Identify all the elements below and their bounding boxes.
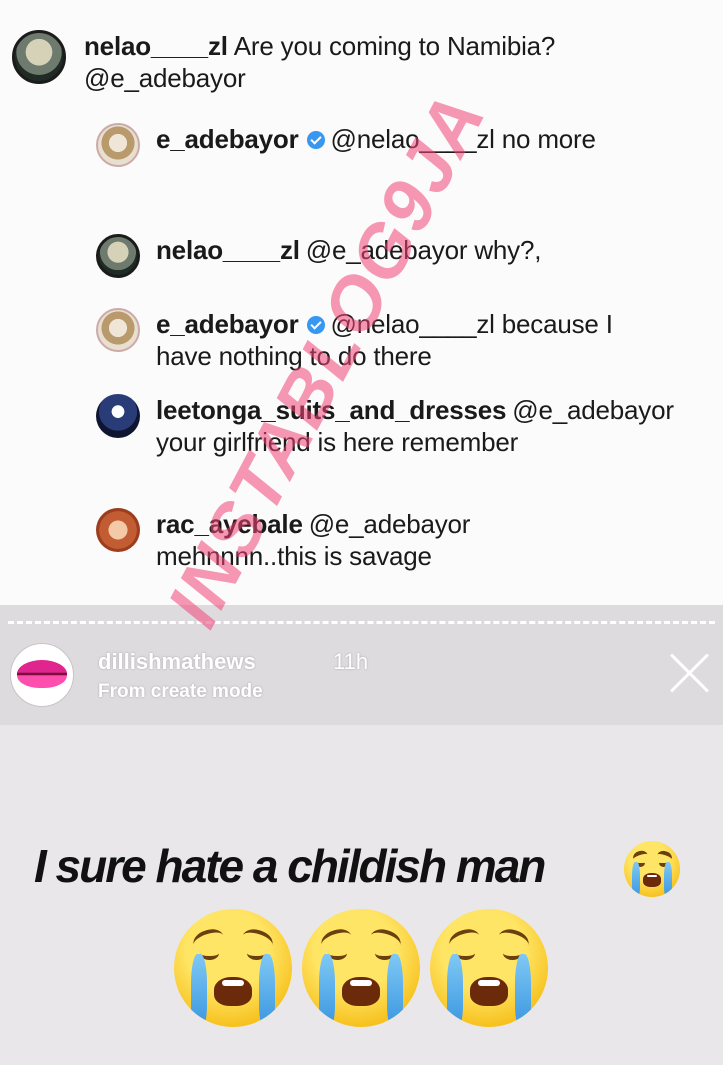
comment-body: nelao____zl Are you coming to Namibia? @e… xyxy=(84,30,702,94)
crying-face-emoji xyxy=(624,841,680,897)
avatar[interactable] xyxy=(96,394,140,438)
comment-text: @e_adebayor why?, xyxy=(305,235,542,265)
lips-icon xyxy=(17,660,67,688)
comment-reply: rac_ayebale @e_adebayor mehnnnn..this is … xyxy=(96,508,536,572)
story-viewer: dillishmathews 11h From create mode I su… xyxy=(0,605,723,1065)
comment-reply: e_adebayor @nelao____zl because I have no… xyxy=(96,308,616,372)
avatar[interactable] xyxy=(12,30,66,84)
comment-username[interactable]: e_adebayor xyxy=(156,309,299,339)
avatar[interactable] xyxy=(96,308,140,352)
verified-badge-icon xyxy=(306,316,325,334)
story-avatar[interactable] xyxy=(10,643,74,707)
comment-reply: nelao____zl @e_adebayor why?, xyxy=(96,234,696,278)
crying-face-emoji xyxy=(302,909,420,1027)
story-caption: I sure hate a childish man xyxy=(34,839,546,893)
comment-item: nelao____zl Are you coming to Namibia? @e… xyxy=(12,30,702,94)
verified-badge-icon xyxy=(306,131,325,149)
comment-thread: nelao____zl Are you coming to Namibia? @e… xyxy=(0,0,723,605)
crying-face-emoji xyxy=(174,909,292,1027)
avatar[interactable] xyxy=(96,508,140,552)
comment-username[interactable]: leetonga_suits_and_dresses xyxy=(156,395,506,425)
comment-text: @nelao____zl no more xyxy=(330,124,596,154)
avatar[interactable] xyxy=(96,234,140,278)
close-icon[interactable] xyxy=(668,651,712,695)
comment-body: e_adebayor @nelao____zl no more xyxy=(156,123,596,155)
comment-username[interactable]: nelao____zl xyxy=(156,235,300,265)
story-progress-bar xyxy=(8,621,715,624)
story-caption-text: I sure hate a childish man xyxy=(34,840,546,892)
story-header: dillishmathews 11h From create mode xyxy=(0,605,723,725)
avatar[interactable] xyxy=(96,123,140,167)
comment-reply: e_adebayor @nelao____zl no more xyxy=(96,123,616,167)
comment-username[interactable]: e_adebayor xyxy=(156,124,299,154)
comment-username[interactable]: nelao____zl xyxy=(84,31,228,61)
crying-face-emoji xyxy=(430,909,548,1027)
story-mode-label: From create mode xyxy=(98,681,263,702)
comment-username[interactable]: rac_ayebale xyxy=(156,509,303,539)
story-timestamp: 11h xyxy=(333,649,369,674)
comment-body: e_adebayor @nelao____zl because I have no… xyxy=(156,308,616,372)
story-username[interactable]: dillishmathews xyxy=(98,649,256,675)
comment-body: nelao____zl @e_adebayor why?, xyxy=(156,234,541,266)
comment-reply: leetonga_suits_and_dresses @e_adebayor yo… xyxy=(96,394,674,458)
comment-body: leetonga_suits_and_dresses @e_adebayor yo… xyxy=(156,394,674,458)
comment-body: rac_ayebale @e_adebayor mehnnnn..this is … xyxy=(156,508,536,572)
